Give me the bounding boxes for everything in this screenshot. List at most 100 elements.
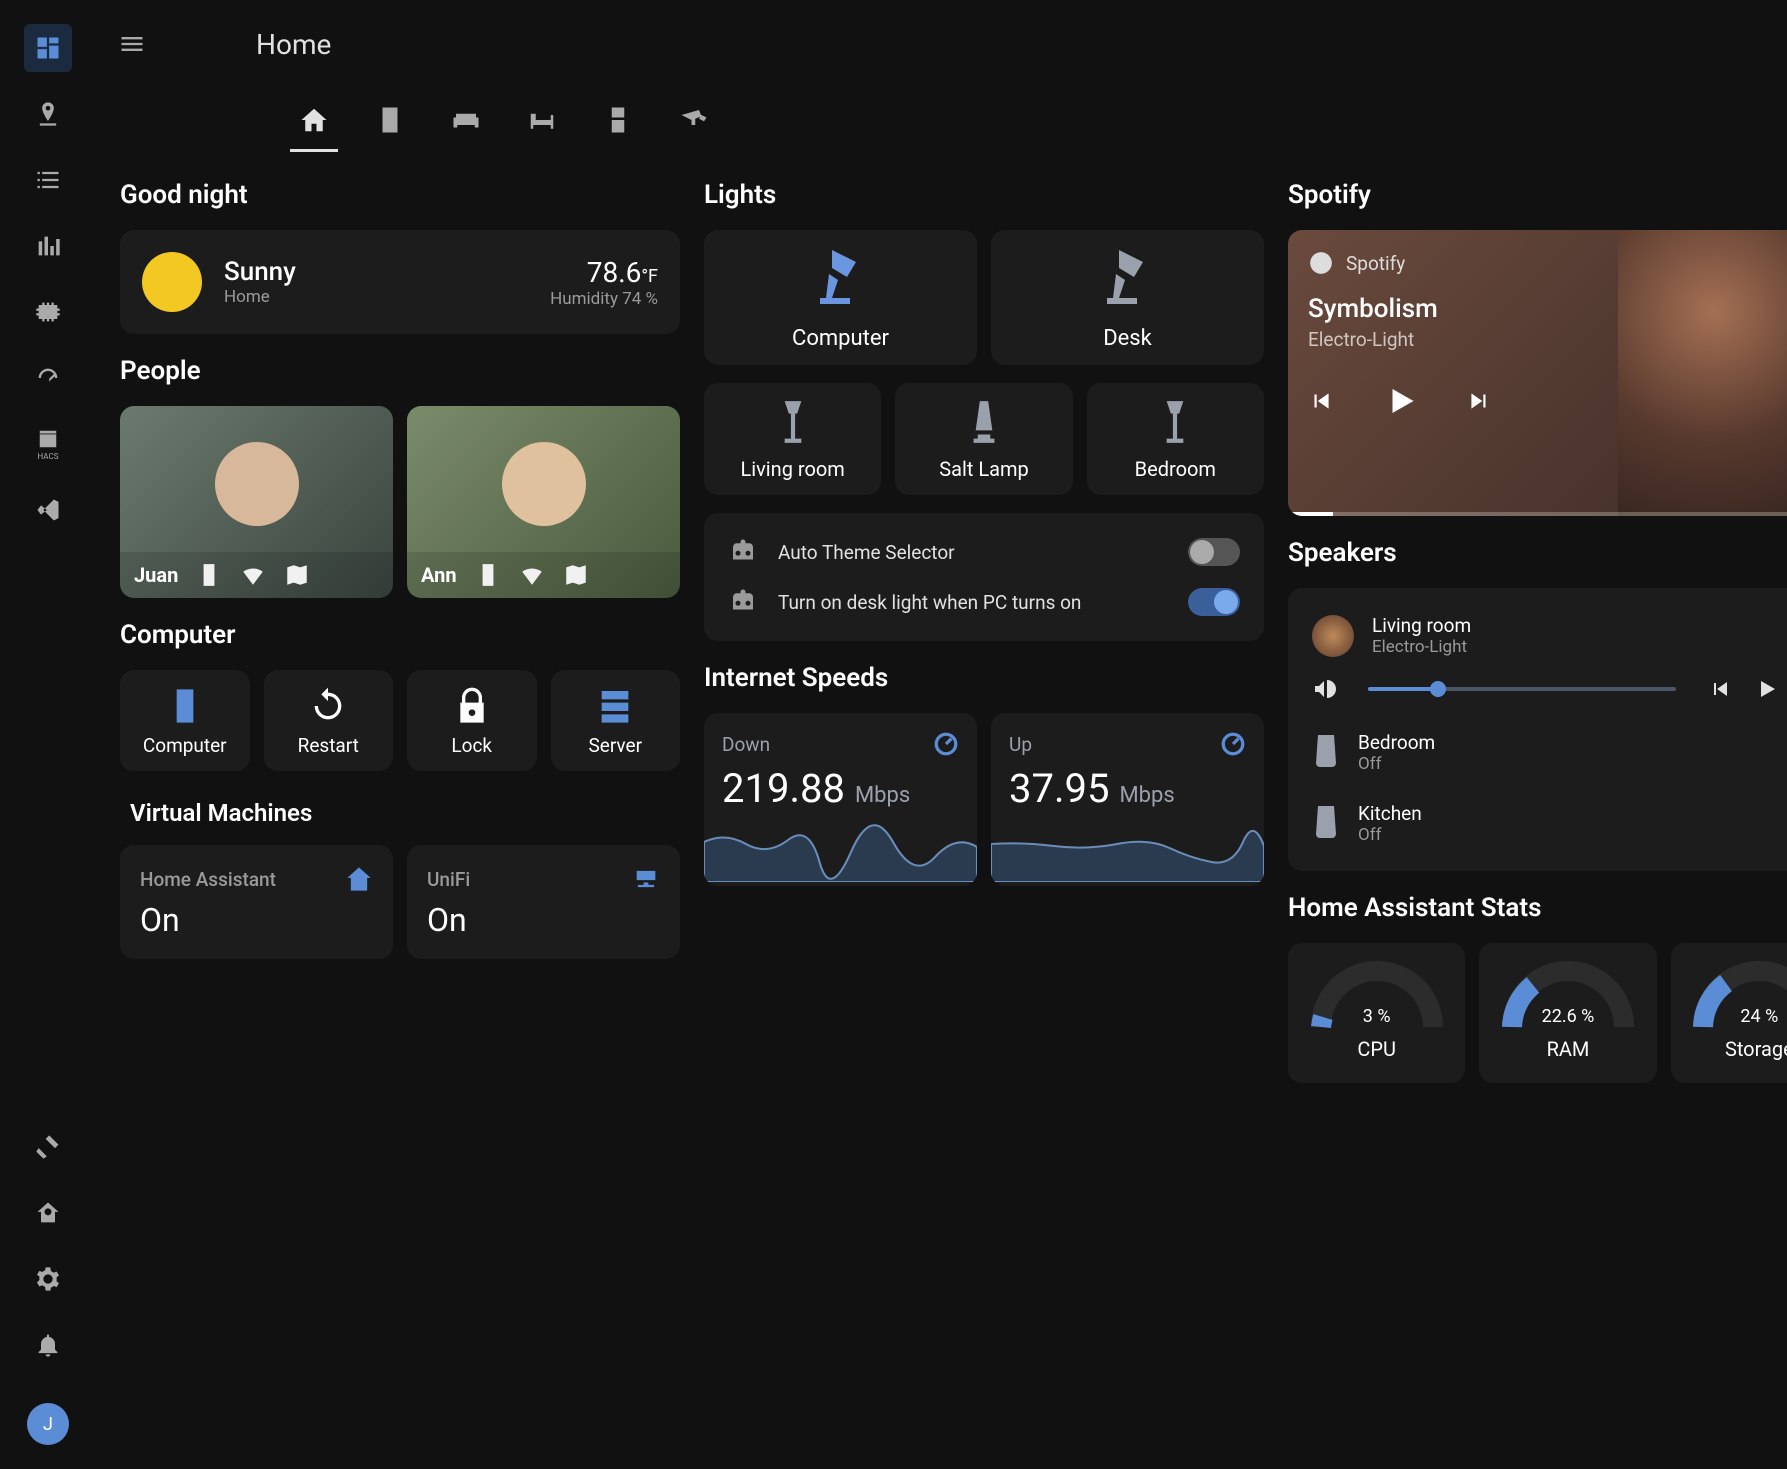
person-card-ann[interactable]: Ann bbox=[407, 406, 680, 598]
gauge-icon bbox=[933, 731, 959, 757]
progress-bar[interactable] bbox=[1288, 512, 1787, 516]
person-card-juan[interactable]: Juan bbox=[120, 406, 393, 598]
spotify-logo-icon bbox=[1308, 250, 1334, 276]
nav-config[interactable] bbox=[24, 1255, 72, 1303]
weather-location: Home bbox=[224, 287, 528, 307]
stat-cpu[interactable]: 3 % CPU bbox=[1288, 943, 1465, 1083]
left-nav-rail: HACS J bbox=[0, 0, 96, 1469]
prev-button[interactable] bbox=[1708, 677, 1732, 701]
net-unit: Mbps bbox=[855, 783, 910, 808]
vm-state: On bbox=[140, 901, 373, 939]
vm-name: Home Assistant bbox=[140, 868, 276, 891]
play-button[interactable] bbox=[1382, 383, 1418, 419]
next-track-button[interactable] bbox=[1466, 388, 1492, 414]
speaker-subtitle: Electro-Light bbox=[1372, 637, 1776, 657]
light-label: Computer bbox=[792, 326, 889, 351]
server-button[interactable]: Server bbox=[551, 670, 681, 771]
album-art bbox=[1618, 230, 1787, 516]
weather-humidity: Humidity 74 % bbox=[550, 289, 658, 309]
stat-label: RAM bbox=[1547, 1037, 1590, 1061]
button-label: Server bbox=[588, 734, 642, 757]
tab-bed-icon[interactable] bbox=[524, 102, 560, 138]
speakers-header: Speakers bbox=[1288, 538, 1787, 568]
weather-condition: Sunny bbox=[224, 257, 528, 287]
stat-ram[interactable]: 22.6 % RAM bbox=[1479, 943, 1656, 1083]
wifi-icon bbox=[519, 562, 545, 588]
light-salt-lamp[interactable]: Salt Lamp bbox=[895, 383, 1072, 495]
nav-supervisor[interactable] bbox=[24, 1189, 72, 1237]
net-down-card[interactable]: Down 219.88Mbps bbox=[704, 713, 977, 886]
view-tabs bbox=[96, 88, 1787, 152]
stat-value: 3 % bbox=[1363, 1006, 1391, 1027]
speaker-subtitle: Off bbox=[1358, 754, 1776, 774]
gauge-icon bbox=[1220, 731, 1246, 757]
light-computer[interactable]: Computer bbox=[704, 230, 977, 365]
floor-lamp-icon bbox=[1150, 397, 1200, 447]
stat-value: 24 % bbox=[1740, 1006, 1778, 1027]
light-desk[interactable]: Desk bbox=[991, 230, 1264, 365]
hamburger-menu[interactable] bbox=[108, 20, 156, 68]
nav-notifications[interactable] bbox=[24, 1321, 72, 1369]
automation-toggle[interactable] bbox=[1188, 538, 1240, 566]
desk-lamp-icon bbox=[1092, 244, 1164, 316]
lights-header: Lights bbox=[704, 180, 1264, 210]
vm-card-unifi[interactable]: UniFi On bbox=[407, 845, 680, 959]
weather-temperature: 78.6°F bbox=[550, 256, 658, 289]
desk-lamp-icon bbox=[805, 244, 877, 316]
map-icon bbox=[563, 562, 589, 588]
button-label: Restart bbox=[298, 734, 359, 757]
people-header: People bbox=[120, 356, 680, 386]
speaker-living-room[interactable]: Living room Electro-Light bbox=[1308, 600, 1787, 671]
vm-name: UniFi bbox=[427, 868, 470, 891]
nav-logbook[interactable] bbox=[24, 156, 72, 204]
speaker-kitchen[interactable]: Kitchen Off bbox=[1308, 788, 1787, 859]
net-up-card[interactable]: Up 37.95Mbps bbox=[991, 713, 1264, 886]
spotify-header: Spotify bbox=[1288, 180, 1787, 210]
vm-card-home-assistant[interactable]: Home Assistant On bbox=[120, 845, 393, 959]
automation-toggle[interactable] bbox=[1188, 588, 1240, 616]
tab-cctv-icon[interactable] bbox=[676, 102, 712, 138]
weather-card[interactable]: Sunny Home 78.6°F Humidity 74 % bbox=[120, 230, 680, 334]
light-living-room[interactable]: Living room bbox=[704, 383, 881, 495]
person-name: Ann bbox=[421, 563, 457, 587]
stat-label: CPU bbox=[1357, 1037, 1396, 1061]
nav-dev-tools[interactable] bbox=[24, 1123, 72, 1171]
stat-label: Storage bbox=[1725, 1037, 1787, 1061]
nav-studio-code[interactable] bbox=[24, 486, 72, 534]
nav-map-marker[interactable] bbox=[24, 90, 72, 138]
avatar bbox=[502, 442, 586, 526]
volume-slider[interactable] bbox=[1368, 687, 1676, 691]
light-bedroom[interactable]: Bedroom bbox=[1087, 383, 1264, 495]
nav-history[interactable] bbox=[24, 222, 72, 270]
lock-button[interactable]: Lock bbox=[407, 670, 537, 771]
computer-button[interactable]: Computer bbox=[120, 670, 250, 771]
restart-button[interactable]: Restart bbox=[264, 670, 394, 771]
tab-sofa-icon[interactable] bbox=[448, 102, 484, 138]
volume-icon[interactable] bbox=[1312, 677, 1336, 701]
net-value: 219.88 bbox=[722, 765, 845, 812]
greeting-header: Good night bbox=[120, 180, 680, 210]
stat-storage[interactable]: 24 % Storage bbox=[1671, 943, 1787, 1083]
nav-addon-icon[interactable] bbox=[24, 288, 72, 336]
nav-gauge[interactable] bbox=[24, 354, 72, 402]
speaker-bedroom[interactable]: Bedroom Off bbox=[1308, 717, 1787, 788]
nav-hacs[interactable]: HACS bbox=[24, 420, 72, 468]
nav-profile-avatar[interactable]: J bbox=[27, 1403, 69, 1445]
light-label: Bedroom bbox=[1135, 457, 1216, 481]
vm-state: On bbox=[427, 901, 660, 939]
spotify-card[interactable]: Spotify Symbolism Electro-Light bbox=[1288, 230, 1787, 516]
tab-home-icon[interactable] bbox=[296, 102, 332, 138]
speaker-playback-controls bbox=[1308, 671, 1787, 717]
phone-battery-icon bbox=[196, 562, 222, 588]
play-button[interactable] bbox=[1754, 677, 1778, 701]
automation-label: Turn on desk light when PC turns on bbox=[778, 591, 1168, 614]
person-name: Juan bbox=[134, 563, 178, 587]
prev-track-button[interactable] bbox=[1308, 388, 1334, 414]
nav-overview[interactable] bbox=[24, 24, 72, 72]
home-assistant-icon bbox=[345, 865, 373, 893]
wifi-icon bbox=[240, 562, 266, 588]
internet-header: Internet Speeds bbox=[704, 663, 1264, 693]
tab-server-icon[interactable] bbox=[372, 102, 408, 138]
tab-fridge-icon[interactable] bbox=[600, 102, 636, 138]
net-unit: Mbps bbox=[1119, 783, 1174, 808]
